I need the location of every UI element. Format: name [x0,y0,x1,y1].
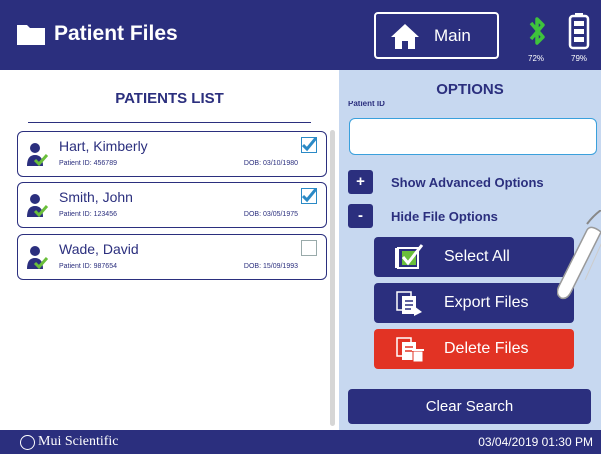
select-all-label: Select All [444,248,510,265]
export-files-icon [396,291,422,316]
options-panel: OPTIONS Patient ID + Show Advanced Optio… [339,70,601,430]
battery-percent: 79% [571,54,588,63]
show-advanced-options-toggle[interactable]: + Show Advanced Options [348,170,576,194]
delete-files-icon [396,337,424,363]
checkmark-icon [301,188,318,203]
person-check-icon [27,143,48,167]
patient-dob: DOB: 03/05/1975 [243,211,298,218]
pointing-hand-icon [557,210,601,300]
patient-dob: DOB: 15/09/1993 [243,263,298,270]
brand-logo-icon [20,435,35,450]
patient-id-input[interactable] [349,118,597,155]
brand-name: Mui Scientific [38,434,119,449]
patients-panel: PATIENTS LIST Hart, Kimberly Patient ID:… [0,70,339,430]
header-bar: Patient Files Main 72% 79% [0,0,601,70]
hide-file-label: Hide File Options [391,208,498,224]
battery-icon [568,13,590,50]
minus-icon: - [348,204,373,228]
main-button-label: Main [434,25,471,45]
show-advanced-label: Show Advanced Options [391,174,544,190]
patient-card[interactable]: Smith, John Patient ID: 123456 DOB: 03/0… [17,182,327,228]
options-title: OPTIONS [436,81,504,98]
main-button[interactable]: Main [374,12,499,59]
patient-id: Patient ID: 987654 [59,263,117,270]
page-title: Patient Files [54,22,178,45]
person-check-icon [27,194,48,218]
patient-checkbox[interactable] [301,137,318,153]
patient-id-label: Patient ID [348,101,385,108]
folder-icon [17,25,45,45]
patient-card[interactable]: Wade, David Patient ID: 987654 DOB: 15/0… [17,234,327,280]
datetime: 03/04/2019 01:30 PM [478,435,593,449]
export-files-label: Export Files [444,294,529,311]
patient-id: Patient ID: 123456 [59,211,117,218]
patient-name: Smith, John [59,189,133,205]
patient-name: Hart, Kimberly [59,138,148,154]
hide-file-options-toggle[interactable]: - Hide File Options [348,204,576,228]
select-all-button[interactable]: Select All [374,237,574,277]
patients-list-title: PATIENTS LIST [115,90,224,107]
patient-checkbox[interactable] [301,188,318,204]
bluetooth-icon [529,17,545,45]
clear-search-button[interactable]: Clear Search [348,389,591,424]
patient-card[interactable]: Hart, Kimberly Patient ID: 456789 DOB: 0… [17,131,327,177]
patient-id: Patient ID: 456789 [59,160,117,167]
patient-dob: DOB: 03/10/1980 [243,160,298,167]
scrollbar[interactable] [330,130,335,426]
divider [28,122,311,123]
person-check-icon [27,246,48,270]
delete-files-button[interactable]: Delete Files [374,329,574,369]
checkmark-icon [301,137,318,152]
patient-checkbox[interactable] [301,240,317,256]
patient-name: Wade, David [59,241,139,257]
delete-files-label: Delete Files [444,340,529,357]
footer-bar: Mui Scientific 03/04/2019 01:30 PM [0,430,601,454]
select-all-icon [395,244,424,269]
plus-icon: + [348,170,373,194]
bluetooth-percent: 72% [528,54,545,63]
home-icon [391,23,419,49]
export-files-button[interactable]: Export Files [374,283,574,323]
